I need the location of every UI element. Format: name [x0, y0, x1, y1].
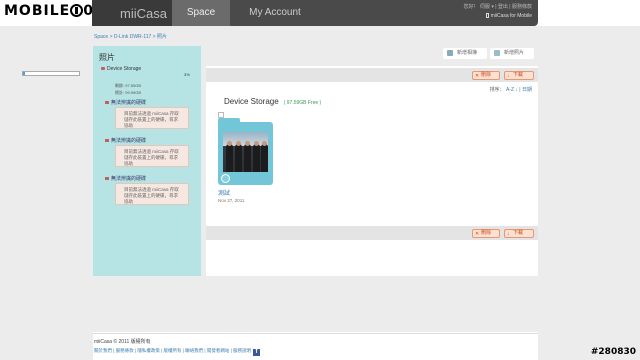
download-icon: ↓ — [507, 73, 510, 79]
app-logo[interactable]: miiCasa — [120, 6, 167, 21]
main-panel: ✕ 刪除 ↓ 下載 排序： A-Z ↓ | 日期 Device Storage( 9… — [206, 66, 538, 276]
total-text: 總計: 99.99GB — [115, 90, 142, 95]
remaining-text: 剩餘: 97.59GB — [115, 83, 142, 88]
mobile-link[interactable]: miiCasa for Mobile — [485, 13, 532, 19]
sidebar: 照片 Device Storage 剩餘: 97.59GB 總計: 99.99G… — [93, 46, 201, 276]
watermark-id: #280830 — [590, 347, 636, 357]
storage-item[interactable]: Device Storage — [101, 66, 141, 72]
warning-box-3: 目前無法透過 miiCasa 存取儲存此裝置上的硬碟，尋求協助 — [115, 183, 189, 205]
bottom-action-bar: ✕ 刪除 ↓ 下載 — [206, 226, 538, 240]
download-icon: ↓ — [507, 231, 510, 237]
sort-az[interactable]: A-Z ↓ — [506, 87, 518, 93]
top-links[interactable]: 您好！ 伺服 ▾ | 登出 | 服務條款 — [464, 3, 532, 10]
sort-options: 排序： A-Z ↓ | 日期 — [489, 87, 532, 93]
footer: miiCasa © 2011 版權所有 關於我們 | 服務條款 | 隱私權政策 … — [93, 332, 538, 360]
warning-title-1[interactable]: 無法辨識的硬碟 — [105, 99, 146, 106]
album-folder[interactable] — [218, 122, 273, 185]
tab-space[interactable]: Space — [172, 0, 230, 26]
main-nav: miiCasa Space My Account 您好！ 伺服 ▾ | 登出 |… — [92, 0, 538, 26]
share-icon[interactable] — [221, 174, 230, 183]
warning-box-1: 目前無法透過 miiCasa 存取儲存此裝置上的硬碟，尋求協助 — [115, 107, 189, 129]
tab-my-account[interactable]: My Account — [238, 0, 312, 26]
device-title: Device Storage( 97.59GB Free ) — [224, 97, 322, 106]
x-icon: ✕ — [475, 73, 480, 79]
album-name[interactable]: 測試 — [218, 188, 230, 197]
warning-title-2[interactable]: 無法辨識的硬碟 — [105, 137, 146, 144]
storage-usage-bar — [22, 71, 80, 76]
warning-title-3[interactable]: 無法辨識的硬碟 — [105, 175, 146, 182]
breadcrumb[interactable]: Space > D-Link DWR-117 > 照片 — [94, 33, 167, 40]
sort-date[interactable]: 日期 — [522, 87, 532, 93]
x-icon: ✕ — [475, 231, 480, 237]
footer-links: 關於我們 | 服務條款 | 隱私權政策 | 版權所有 | 聯絡我們 | 開發者網… — [94, 348, 261, 356]
warning-box-2: 目前無法透過 miiCasa 存取儲存此裝置上的硬碟，尋求協助 — [115, 145, 189, 167]
delete-button-bottom[interactable]: ✕ 刪除 — [472, 229, 500, 238]
download-button-bottom[interactable]: ↓ 下載 — [504, 229, 534, 238]
download-button[interactable]: ↓ 下載 — [504, 71, 534, 80]
album-date: Nov 27, 2011 — [218, 198, 245, 203]
storage-percent: 3% — [184, 72, 190, 77]
drive-icon — [101, 67, 105, 70]
page-title: 照片 — [99, 53, 115, 62]
plus-icon — [494, 50, 500, 56]
album-thumbnail[interactable] — [223, 132, 268, 172]
watermark-logo: MOBILE01 — [4, 3, 105, 19]
delete-button[interactable]: ✕ 刪除 — [472, 71, 500, 80]
phone-icon — [485, 13, 489, 18]
top-action-bar: ✕ 刪除 ↓ 下載 — [206, 68, 538, 82]
album-icon — [447, 50, 453, 56]
new-album-button[interactable]: 新增相簿 — [443, 48, 487, 59]
facebook-icon[interactable]: f — [253, 349, 261, 356]
free-space: ( 97.59GB Free ) — [283, 100, 322, 106]
copyright: miiCasa © 2011 版權所有 — [94, 339, 151, 345]
logo-area[interactable]: miiCasa — [92, 0, 172, 26]
new-photo-button[interactable]: 新增照片 — [490, 48, 534, 59]
